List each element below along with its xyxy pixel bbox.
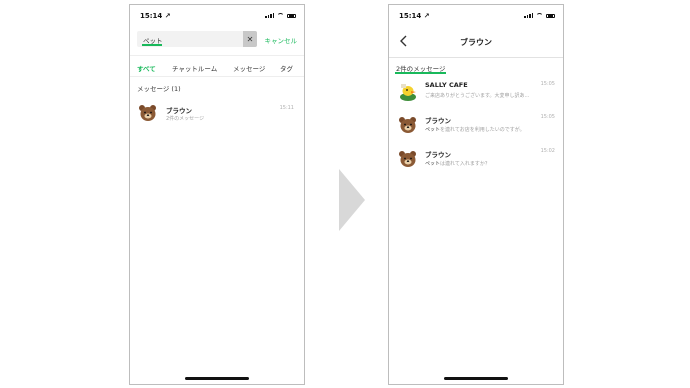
status-icons (524, 13, 555, 18)
status-icons (265, 13, 296, 18)
cancel-button[interactable]: キャンセル (265, 35, 298, 45)
message-results-screen: 15:14 ↗ ブラウン 2件のメッセージ SALLY CAFE ご来店ありがと… (388, 4, 564, 385)
messages-section-header: メッセージ (1) (137, 85, 181, 93)
snippet-highlight: ペット (425, 127, 441, 133)
result-name: ブラウン (166, 107, 192, 115)
message-row[interactable]: ブラウン ペットを連れてお店を利用したいのですが。 15:05 (389, 111, 563, 139)
transition-arrow-icon (339, 169, 365, 231)
message-row[interactable]: SALLY CAFE ご来店ありがとうございます。大変申し訳あ... 15:05 (389, 78, 563, 106)
home-indicator (444, 377, 508, 380)
status-bar: 15:14 ↗ (389, 5, 563, 27)
tab-all[interactable]: すべて (137, 63, 156, 73)
message-time: 15:05 (540, 81, 555, 87)
navigation-bar: ブラウン (389, 27, 563, 58)
clear-search-button[interactable]: ✕ (243, 31, 257, 47)
message-sender: SALLY CAFE (425, 81, 468, 89)
search-screen: 15:14 ↗ ペット ✕ キャンセル すべて チャットルーム メッセージ タグ… (129, 4, 305, 385)
signal-icon (265, 13, 274, 18)
message-sender: ブラウン (425, 151, 451, 159)
home-indicator (185, 377, 249, 380)
snippet-text: を連れてお店を利用したいのですが。 (440, 127, 525, 133)
tab-messages[interactable]: メッセージ (233, 63, 265, 73)
sally-avatar-icon (400, 84, 416, 101)
message-sender: ブラウン (425, 117, 451, 125)
wifi-icon (277, 13, 284, 18)
message-snippet: ペットを連れてお店を利用したいのですが。 (425, 126, 545, 133)
battery-icon (546, 13, 555, 18)
snippet-highlight: ペット (425, 161, 441, 167)
tab-tags[interactable]: タグ (280, 63, 293, 73)
snippet-text: ご来店ありがとうございます。大変申し訳あ... (425, 93, 530, 99)
search-tabs: すべて チャットルーム メッセージ タグ (130, 55, 304, 77)
message-time: 15:02 (540, 148, 555, 154)
status-time: 15:14 ↗ (399, 12, 430, 20)
brown-avatar-icon (139, 105, 156, 121)
snippet-text: は連れて入れますか？ (440, 161, 490, 167)
message-count-underline (395, 72, 446, 74)
brown-avatar-icon (399, 151, 416, 167)
status-bar: 15:14 ↗ (130, 5, 304, 27)
message-time: 15:05 (540, 114, 555, 120)
brown-avatar-icon (399, 117, 416, 133)
result-snippet: 2件のメッセージ (166, 116, 205, 122)
tab-chatrooms[interactable]: チャットルーム (172, 63, 217, 73)
page-title: ブラウン (460, 38, 492, 47)
message-row[interactable]: ブラウン ペットは連れて入れますか？ 15:02 (389, 145, 563, 173)
result-time: 15:11 (279, 105, 294, 111)
search-highlight-underline (142, 44, 162, 46)
signal-icon (524, 13, 533, 18)
search-input[interactable]: ペット ✕ (137, 31, 257, 47)
message-snippet: ご来店ありがとうございます。大変申し訳あ... (425, 92, 535, 99)
battery-icon (287, 13, 296, 18)
status-time: 15:14 ↗ (140, 12, 171, 20)
search-result-row[interactable]: ブラウン 2件のメッセージ 15:11 (130, 99, 304, 125)
message-snippet: ペットは連れて入れますか？ (425, 160, 545, 167)
wifi-icon (536, 13, 543, 18)
